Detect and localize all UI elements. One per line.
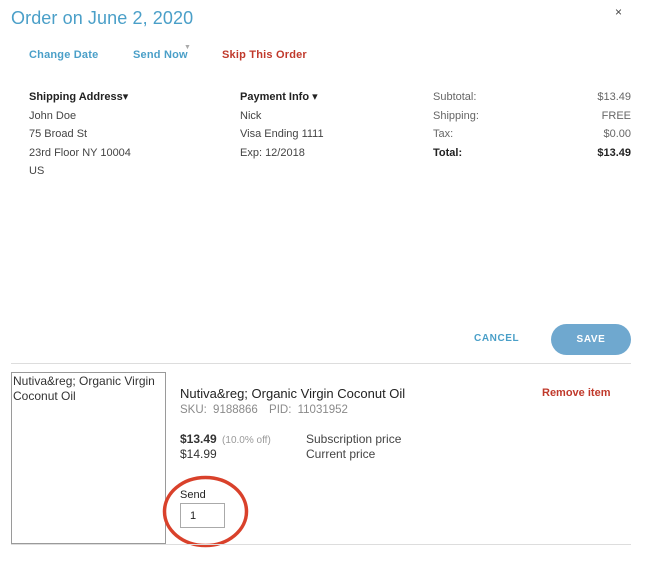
sku-label: SKU: bbox=[180, 404, 207, 416]
tax-row: Tax: $0.00 bbox=[433, 125, 631, 144]
subscription-price-line: $13.49 (10.0% off) bbox=[180, 432, 271, 446]
total-row: Total: $13.49 bbox=[433, 144, 631, 163]
bottom-divider bbox=[11, 544, 631, 545]
cancel-button[interactable]: CANCEL bbox=[474, 333, 519, 344]
payment-card: Visa Ending 1111 bbox=[240, 128, 324, 140]
sku-value: 9188866 bbox=[213, 404, 258, 416]
send-now-link[interactable]: Send Now bbox=[133, 49, 188, 61]
product-name: Nutiva&reg; Organic Virgin Coconut Oil bbox=[180, 386, 406, 401]
payment-expiry: Exp: 12/2018 bbox=[240, 146, 305, 159]
send-quantity-label: Send bbox=[180, 489, 206, 501]
shipping-label: Shipping: bbox=[433, 109, 479, 122]
divider bbox=[11, 363, 631, 364]
order-actions: Change Date Send Now ▼ Skip This Order bbox=[0, 44, 647, 63]
shipping-city: 23rd Floor NY 10004 bbox=[29, 146, 131, 159]
order-totals: Subtotal: $13.49 Shipping: FREE Tax: $0.… bbox=[433, 88, 631, 162]
close-icon[interactable]: × bbox=[615, 5, 622, 19]
tax-value: $0.00 bbox=[603, 128, 631, 140]
shipping-value: FREE bbox=[601, 109, 631, 122]
current-price: $14.99 bbox=[180, 447, 217, 461]
tax-label: Tax: bbox=[433, 128, 454, 140]
pid-label: PID: bbox=[269, 404, 292, 416]
payment-name: Nick bbox=[240, 109, 262, 122]
shipping-address-dropdown[interactable]: Shipping Address▾ bbox=[29, 88, 131, 107]
send-now-caret-icon: ▼ bbox=[184, 44, 191, 51]
skip-order-link[interactable]: Skip This Order bbox=[222, 49, 307, 61]
product-image: Nutiva&reg; Organic Virgin Coconut Oil bbox=[11, 372, 166, 544]
total-value: $13.49 bbox=[597, 146, 631, 159]
subtotal-value: $13.49 bbox=[597, 91, 631, 103]
remove-item-button[interactable]: Remove item bbox=[542, 387, 610, 399]
page-title: Order on June 2, 2020 bbox=[11, 8, 194, 28]
subtotal-row: Subtotal: $13.49 bbox=[433, 88, 631, 107]
subscription-price: $13.49 bbox=[180, 432, 217, 446]
total-label: Total: bbox=[433, 146, 463, 159]
shipping-name: John Doe bbox=[29, 109, 77, 122]
subtotal-label: Subtotal: bbox=[433, 91, 477, 103]
payment-info-block: Payment Info ▾ Nick Visa Ending 1111 Exp… bbox=[240, 88, 324, 162]
shipping-street: 75 Broad St bbox=[29, 128, 88, 140]
shipping-row: Shipping: FREE bbox=[433, 107, 631, 126]
payment-info-dropdown[interactable]: Payment Info ▾ bbox=[240, 88, 324, 107]
save-button[interactable]: SAVE bbox=[551, 324, 631, 355]
shipping-country: US bbox=[29, 165, 45, 177]
product-identifiers: SKU: 9188866 PID: 11031952 bbox=[180, 404, 351, 416]
subscription-price-label: Subscription price bbox=[306, 432, 402, 446]
change-date-link[interactable]: Change Date bbox=[29, 49, 98, 61]
send-quantity-input[interactable] bbox=[180, 503, 225, 528]
pid-value: 11031952 bbox=[297, 404, 348, 416]
current-price-label: Current price bbox=[306, 447, 376, 461]
shipping-address-block: Shipping Address▾ John Doe 75 Broad St 2… bbox=[29, 88, 131, 181]
discount-badge: (10.0% off) bbox=[222, 435, 271, 446]
